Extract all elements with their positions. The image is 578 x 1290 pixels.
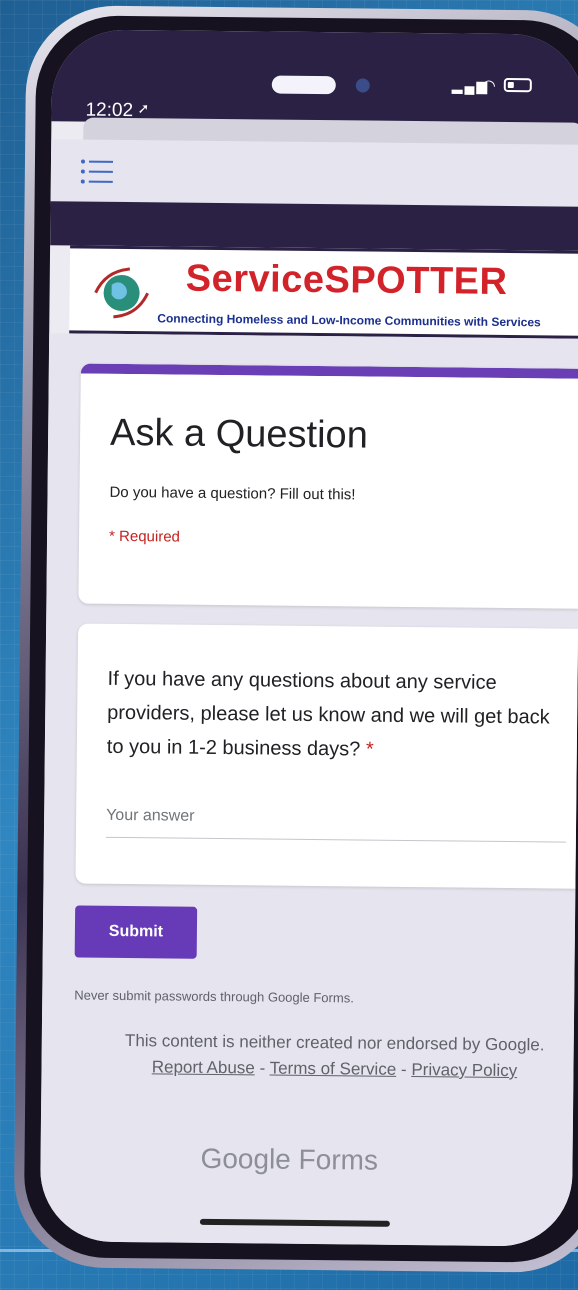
battery-icon <box>503 77 532 93</box>
camera-icon <box>355 78 370 93</box>
question-card: If you have any questions about any serv… <box>75 623 578 889</box>
form-content: Ask a Question Do you have a question? F… <box>39 333 578 1247</box>
brand-tagline: Connecting Homeless and Low-Income Commu… <box>157 311 541 330</box>
form-title: Ask a Question <box>109 411 369 457</box>
form-header-card: Ask a Question Do you have a question? F… <box>78 363 578 609</box>
google-forms-logo: Google Forms <box>200 1142 379 1176</box>
browser-toolbar <box>50 139 578 207</box>
location-arrow-icon: ➚ <box>137 100 150 117</box>
question-text: If you have any questions about any serv… <box>106 667 550 761</box>
brand-title: ServiceSPOTTER <box>185 257 508 303</box>
password-warning: Never submit passwords through Google Fo… <box>74 987 354 1006</box>
site-nav-band <box>50 201 578 251</box>
answer-input[interactable] <box>105 793 567 843</box>
phone-frame: 12:02 ➚ ▂▄▆ ◠ ServiceSPOTTER Connecting … <box>13 4 578 1274</box>
phone-screen: 12:02 ➚ ▂▄▆ ◠ ServiceSPOTTER Connecting … <box>39 29 578 1247</box>
status-bar: 12:02 ➚ ▂▄▆ ◠ <box>51 29 578 127</box>
privacy-link[interactable]: Privacy Policy <box>411 1060 517 1080</box>
globe-hands-icon <box>94 267 149 319</box>
required-note: * Required <box>108 527 181 546</box>
separator: - <box>400 1059 407 1079</box>
report-abuse-link[interactable]: Report Abuse <box>152 1057 255 1077</box>
question-label: If you have any questions about any serv… <box>107 662 568 769</box>
hamburger-menu-icon[interactable] <box>80 158 115 186</box>
phone-bezel: 12:02 ➚ ▂▄▆ ◠ ServiceSPOTTER Connecting … <box>23 15 578 1263</box>
required-asterisk: * <box>365 738 374 761</box>
wifi-icon: ◠ <box>481 77 496 95</box>
submit-button[interactable]: Submit <box>74 905 198 959</box>
brand-banner: ServiceSPOTTER Connecting Homeless and L… <box>69 245 578 339</box>
terms-link[interactable]: Terms of Service <box>270 1059 397 1079</box>
separator: - <box>259 1058 266 1078</box>
form-description: Do you have a question? Fill out this! <box>109 483 356 504</box>
disclaimer-text: This content is neither created nor endo… <box>124 1031 545 1055</box>
disclaimer: This content is neither created nor endo… <box>99 1028 570 1085</box>
speaker-pill <box>271 75 336 95</box>
